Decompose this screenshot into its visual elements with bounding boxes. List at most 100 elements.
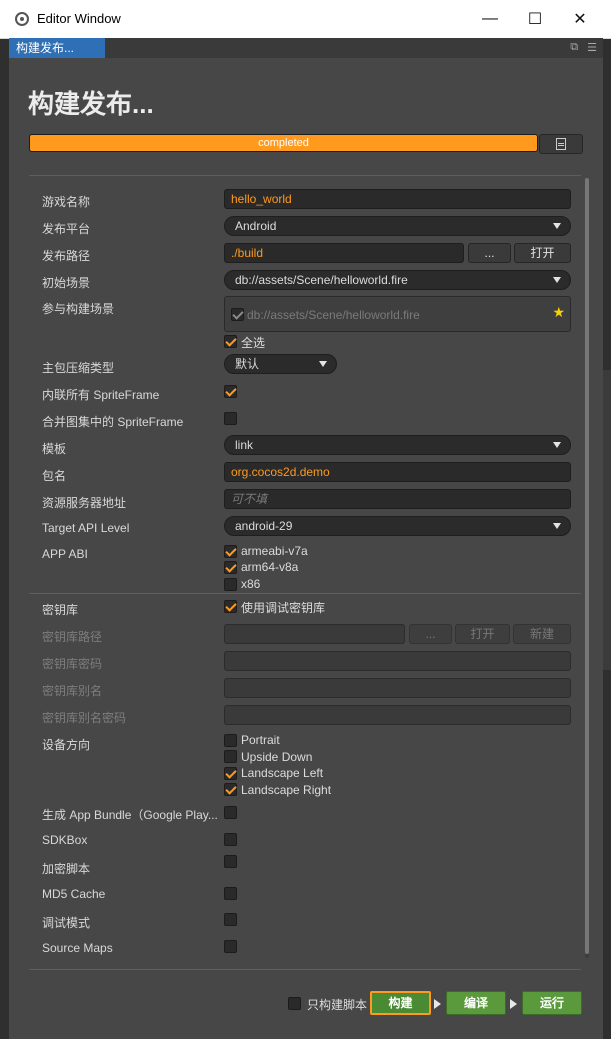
chevron-down-icon bbox=[553, 442, 561, 448]
page-title: 构建发布... bbox=[28, 89, 154, 119]
popout-icon[interactable]: ⧉ bbox=[570, 41, 578, 54]
platform-select[interactable]: Android bbox=[224, 216, 571, 236]
abi-x86-checkbox[interactable] bbox=[224, 578, 237, 591]
app-bundle-label: 生成 App Bundle（Google Play... bbox=[42, 808, 218, 822]
keystore-path-open-button: 打开 bbox=[455, 624, 510, 644]
orientation-landscape-right-checkbox[interactable] bbox=[224, 783, 237, 796]
title-bar: Editor Window — ☐ ✕ bbox=[0, 0, 611, 39]
scrollbar-thumb[interactable] bbox=[585, 178, 589, 954]
encrypt-scripts-checkbox[interactable] bbox=[224, 855, 237, 868]
orientation-portrait-label: Portrait bbox=[241, 733, 280, 747]
select-all-label: 全选 bbox=[241, 336, 266, 350]
chevron-down-icon bbox=[553, 523, 561, 529]
orientation-upside-down-checkbox[interactable] bbox=[224, 750, 237, 763]
app-bundle-checkbox[interactable] bbox=[224, 806, 237, 819]
debug-keystore-checkbox[interactable] bbox=[224, 600, 237, 613]
abi-arm64-v8a-label: arm64-v8a bbox=[241, 560, 299, 574]
orientation-landscape-left-label: Landscape Left bbox=[241, 766, 324, 780]
window-title: Editor Window bbox=[37, 11, 121, 26]
top-divider bbox=[29, 175, 581, 176]
compile-button[interactable]: 编译 bbox=[446, 991, 506, 1015]
background-app-right-panel bbox=[603, 370, 611, 670]
debug-mode-checkbox[interactable] bbox=[224, 913, 237, 926]
scene-checkbox[interactable] bbox=[231, 308, 244, 321]
close-button[interactable]: ✕ bbox=[557, 0, 603, 38]
target-api-select[interactable]: android-29 bbox=[224, 516, 571, 536]
game-name-input[interactable]: hello_world bbox=[224, 189, 571, 209]
included-scenes-list: db://assets/Scene/helloworld.fire ★ bbox=[224, 296, 571, 332]
template-label: 模板 bbox=[42, 442, 67, 456]
menu-icon[interactable]: ☰ bbox=[587, 41, 597, 54]
encrypt-scripts-label: 加密脚本 bbox=[42, 862, 91, 876]
build-panel: 构建发布... completed 游戏名称 hello_world 发布平台 … bbox=[9, 58, 603, 1039]
build-path-open-button[interactable]: 打开 bbox=[514, 243, 571, 263]
build-button[interactable]: 构建 bbox=[370, 991, 431, 1015]
merge-spriteframe-checkbox[interactable] bbox=[224, 412, 237, 425]
merge-spriteframe-label: 合并图集中的 SpriteFrame bbox=[42, 415, 184, 429]
compression-select[interactable]: 默认 bbox=[224, 354, 337, 374]
open-log-button[interactable] bbox=[539, 134, 583, 154]
orientation-portrait-checkbox[interactable] bbox=[224, 734, 237, 747]
target-api-label: Target API Level bbox=[42, 521, 130, 535]
background-app-left bbox=[0, 38, 9, 1039]
chevron-down-icon bbox=[553, 277, 561, 283]
inline-spriteframe-checkbox[interactable] bbox=[224, 385, 237, 398]
bottom-divider bbox=[29, 969, 581, 970]
keystore-password-input bbox=[224, 651, 571, 671]
arrow-right-icon bbox=[434, 999, 441, 1009]
chevron-down-icon bbox=[553, 223, 561, 229]
md5-cache-checkbox[interactable] bbox=[224, 887, 237, 900]
included-scenes-label: 参与构建场景 bbox=[42, 302, 115, 316]
template-value: link bbox=[235, 438, 254, 452]
document-icon bbox=[556, 138, 566, 150]
platform-label: 发布平台 bbox=[42, 222, 91, 236]
orientation-label: 设备方向 bbox=[42, 738, 91, 752]
source-maps-checkbox[interactable] bbox=[224, 940, 237, 953]
orientation-upside-down-label: Upside Down bbox=[241, 750, 313, 764]
chevron-down-icon bbox=[319, 361, 327, 367]
target-api-value: android-29 bbox=[235, 519, 293, 533]
keystore-alias-password-input bbox=[224, 705, 571, 725]
build-path-browse-button[interactable]: ... bbox=[468, 243, 511, 263]
keystore-path-label: 密钥库路径 bbox=[42, 630, 103, 644]
abi-divider bbox=[29, 593, 581, 594]
build-path-input[interactable]: ./build bbox=[224, 243, 464, 263]
scene-item: db://assets/Scene/helloworld.fire bbox=[247, 308, 420, 322]
arrow-right-icon bbox=[510, 999, 517, 1009]
run-button[interactable]: 运行 bbox=[522, 991, 582, 1015]
keystore-new-button: 新建 bbox=[513, 624, 571, 644]
app-icon bbox=[15, 12, 29, 26]
abi-arm64-v8a-checkbox[interactable] bbox=[224, 561, 237, 574]
abi-armeabi-v7a-label: armeabi-v7a bbox=[241, 544, 308, 558]
keystore-label: 密钥库 bbox=[42, 603, 79, 617]
sdkbox-label: SDKBox bbox=[42, 833, 88, 847]
platform-value: Android bbox=[235, 219, 277, 233]
maximize-button[interactable]: ☐ bbox=[512, 0, 558, 38]
compression-value: 默认 bbox=[235, 357, 260, 371]
keystore-password-label: 密钥库密码 bbox=[42, 657, 103, 671]
orientation-landscape-left-checkbox[interactable] bbox=[224, 767, 237, 780]
package-name-label: 包名 bbox=[42, 469, 67, 483]
package-name-input[interactable]: org.cocos2d.demo bbox=[224, 462, 571, 482]
start-scene-select[interactable]: db://assets/Scene/helloworld.fire bbox=[224, 270, 571, 290]
inline-spriteframe-label: 内联所有 SpriteFrame bbox=[42, 388, 160, 402]
md5-cache-label: MD5 Cache bbox=[42, 887, 106, 901]
build-scripts-only-label: 只构建脚本 bbox=[307, 998, 368, 1012]
star-icon: ★ bbox=[552, 304, 565, 320]
abi-armeabi-v7a-checkbox[interactable] bbox=[224, 545, 237, 558]
build-path-label: 发布路径 bbox=[42, 249, 91, 263]
keystore-alias-label: 密钥库别名 bbox=[42, 684, 103, 698]
build-scripts-only-checkbox[interactable] bbox=[288, 997, 301, 1010]
abi-x86-label: x86 bbox=[241, 577, 261, 591]
resource-server-input[interactable]: 可不填 bbox=[224, 489, 571, 509]
template-select[interactable]: link bbox=[224, 435, 571, 455]
tab-build[interactable]: 构建发布... bbox=[9, 38, 105, 58]
sdkbox-checkbox[interactable] bbox=[224, 833, 237, 846]
compression-label: 主包压缩类型 bbox=[42, 361, 115, 375]
build-progress-bar: completed bbox=[29, 134, 538, 152]
select-all-checkbox[interactable] bbox=[224, 335, 237, 348]
resource-server-label: 资源服务器地址 bbox=[42, 496, 127, 510]
minimize-button[interactable]: — bbox=[467, 0, 513, 38]
debug-keystore-label: 使用调试密钥库 bbox=[241, 601, 326, 615]
start-scene-label: 初始场景 bbox=[42, 276, 91, 290]
